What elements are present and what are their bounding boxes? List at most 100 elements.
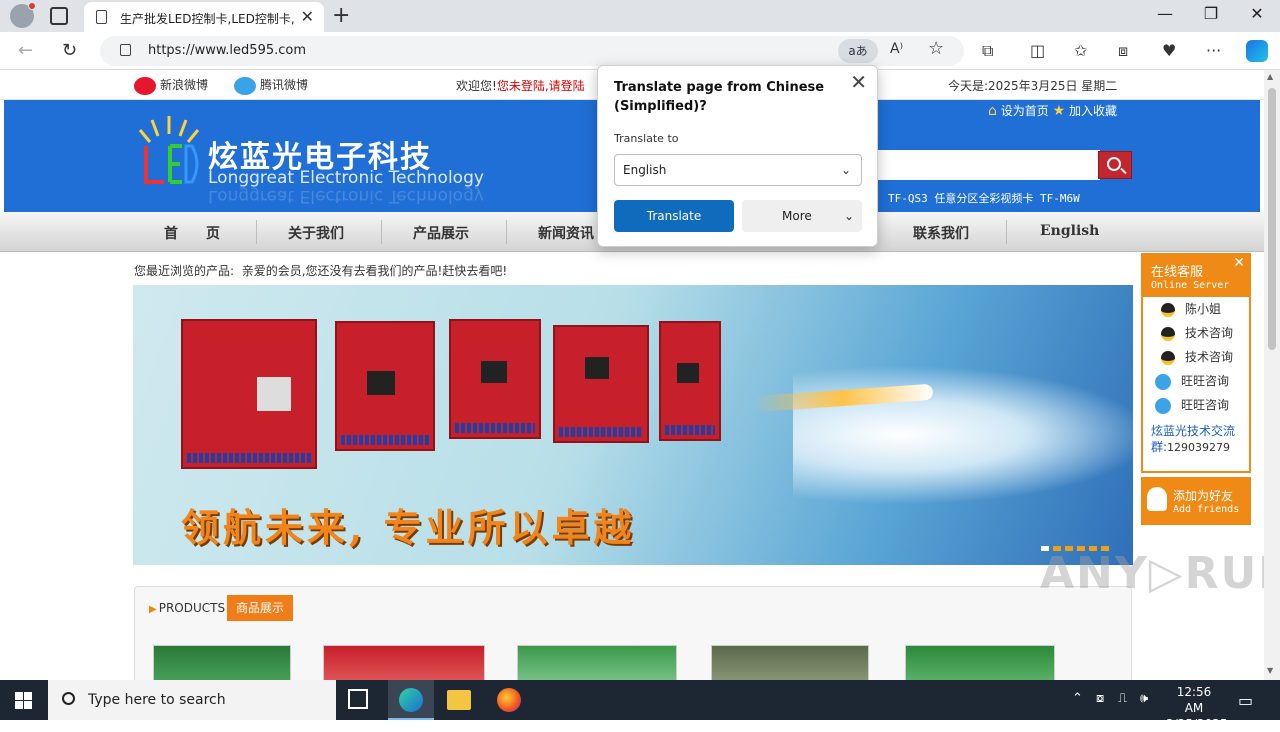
recent-products-text: 您最近浏览的产品: 亲爱的会员,您还没有去看我们的产品!赶快去看吧! xyxy=(134,262,507,279)
network-icon[interactable]: ⎍ xyxy=(1118,691,1127,706)
notification-icon[interactable]: ▭ xyxy=(1238,691,1253,710)
service-close-icon[interactable]: ✕ xyxy=(1233,255,1245,271)
edge-icon[interactable] xyxy=(399,688,423,712)
add-favorite-link[interactable]: 加入收藏 xyxy=(1069,104,1117,118)
tab-close-icon[interactable]: ✕ xyxy=(301,7,314,26)
translate-to-label: Translate to xyxy=(614,132,679,145)
login-link[interactable]: 您未登陆,请登陆 xyxy=(497,79,585,93)
firefox-icon[interactable] xyxy=(497,688,521,712)
add-friends-button[interactable]: 添加为好友 Add friends xyxy=(1141,477,1251,525)
product-thumbnail[interactable] xyxy=(153,645,291,680)
scrollbar-thumb[interactable] xyxy=(1268,88,1276,350)
product-thumbnail[interactable] xyxy=(905,645,1055,680)
back-icon[interactable]: ← xyxy=(18,40,33,61)
product-ticker[interactable]: TF-QS3 任意分区全彩视频卡 TF-M6W xyxy=(888,190,1080,206)
page-scrollbar[interactable]: ▲ ▼ xyxy=(1264,70,1280,680)
url-text[interactable]: https://www.led595.com xyxy=(148,43,306,58)
scroll-down-icon[interactable]: ▼ xyxy=(1267,666,1273,675)
read-aloud-icon[interactable]: A⁾ xyxy=(890,41,903,57)
more-menu-icon[interactable]: ··· xyxy=(1206,41,1221,60)
split-screen-icon[interactable]: ◫ xyxy=(1030,41,1045,60)
browser-tab-active[interactable]: 生产批发LED控制卡,LED控制卡,G ✕ xyxy=(84,2,324,32)
nav-news[interactable]: 新闻资讯 xyxy=(538,223,594,243)
taskbar-search[interactable]: Type here to search xyxy=(48,680,336,720)
copilot-icon[interactable] xyxy=(1246,40,1268,62)
chevron-down-icon: ⌄ xyxy=(843,209,854,223)
translate-button[interactable]: Translate xyxy=(614,200,734,232)
tencent-weibo-icon xyxy=(234,76,256,95)
anyrun-watermark: ANY▷RUN xyxy=(1040,548,1280,599)
products-header-en: PRODUCTS xyxy=(149,601,225,615)
weibo-link[interactable]: 新浪微博 xyxy=(134,76,208,95)
collections-icon[interactable]: ⧈ xyxy=(1118,41,1128,61)
refresh-icon[interactable]: ↻ xyxy=(62,40,77,61)
tray-device-icon[interactable]: ⧇ xyxy=(1096,691,1104,706)
minimize-button[interactable]: — xyxy=(1142,4,1188,23)
tab-actions-icon[interactable] xyxy=(50,7,68,25)
group-number: 129039279 xyxy=(1167,441,1231,454)
site-search-input[interactable] xyxy=(878,150,1100,180)
board-chip xyxy=(677,363,699,383)
hero-slider[interactable]: 领航未来, 专业所以卓越 xyxy=(133,285,1133,565)
home-icon: ⌂ xyxy=(988,103,997,119)
nav-contact[interactable]: 联系我们 xyxy=(913,223,969,243)
more-button[interactable]: More ⌄ xyxy=(742,200,862,232)
profile-avatar-icon[interactable] xyxy=(10,2,36,28)
board-pins xyxy=(187,453,311,463)
language-select[interactable]: English ⌄ xyxy=(614,154,862,186)
wangwang-icon xyxy=(1155,373,1171,390)
popup-close-icon[interactable]: ✕ xyxy=(850,70,867,94)
product-thumbnail[interactable] xyxy=(711,645,869,680)
start-windows-icon[interactable] xyxy=(15,692,32,709)
service-contact-row[interactable]: 技术咨询 xyxy=(1143,321,1249,345)
digital-hand-graphic xyxy=(793,365,1133,505)
extensions-icon[interactable]: ⧉ xyxy=(982,41,993,61)
qq-icon xyxy=(1161,326,1175,341)
scroll-up-icon[interactable]: ▲ xyxy=(1267,72,1273,81)
board-pins xyxy=(665,425,715,435)
notification-dot xyxy=(28,2,36,10)
taskbar-clock[interactable]: 12:56 AM 3/25/2025 xyxy=(1166,684,1228,732)
site-search-button[interactable] xyxy=(1098,151,1132,179)
translate-icon[interactable]: aあ xyxy=(838,39,878,63)
weibo-label: 新浪微博 xyxy=(160,78,209,92)
product-thumbnail[interactable] xyxy=(517,645,677,680)
favorites-icon[interactable]: ✩ xyxy=(1074,41,1087,60)
logo-icon[interactable] xyxy=(134,112,204,192)
nav-about[interactable]: 关于我们 xyxy=(288,223,344,243)
maximize-button[interactable]: ❐ xyxy=(1188,4,1234,23)
hero-slogan: 领航未来, 专业所以卓越 xyxy=(181,505,636,550)
translate-title: Translate page from Chinese (Simplified)… xyxy=(614,80,825,114)
tencent-weibo-link[interactable]: 腾讯微博 xyxy=(234,76,308,95)
close-window-button[interactable]: ✕ xyxy=(1234,4,1280,23)
product-thumbnail[interactable] xyxy=(323,645,485,680)
tech-group-info: 炫蓝光技术交流群:129039279 xyxy=(1143,417,1249,462)
nav-english[interactable]: English xyxy=(1040,223,1099,239)
service-contact-row[interactable]: 旺旺咨询 xyxy=(1143,393,1249,417)
set-home-link[interactable]: 设为首页 xyxy=(1001,104,1049,118)
nav-divider xyxy=(506,220,507,244)
new-tab-icon[interactable]: + xyxy=(332,3,350,28)
product-board-image xyxy=(335,321,435,451)
clock-time: 12:56 AM xyxy=(1176,685,1212,715)
nav-home[interactable]: 首 页 xyxy=(164,223,220,243)
contact-label: 陈小姐 xyxy=(1185,302,1222,316)
product-board-image xyxy=(449,319,541,439)
task-view-icon[interactable] xyxy=(348,689,368,709)
file-explorer-icon[interactable] xyxy=(447,690,471,710)
performance-icon[interactable]: ♥ xyxy=(1162,41,1176,60)
welcome-text: 欢迎您!您未登陆,请登陆 xyxy=(456,77,585,94)
lock-icon[interactable] xyxy=(120,44,131,56)
favorite-star-icon[interactable]: ☆ xyxy=(928,38,944,59)
clock-date: 3/25/2025 xyxy=(1166,717,1228,731)
qq-penguin-icon xyxy=(1147,487,1167,511)
address-bar[interactable]: https://www.led595.com aあ A⁾ ☆ xyxy=(100,36,964,66)
nav-products[interactable]: 产品展示 xyxy=(413,223,469,243)
products-header-cn[interactable]: 商品展示 xyxy=(227,595,293,621)
service-contact-row[interactable]: 陈小姐 xyxy=(1143,297,1249,321)
volume-icon[interactable]: 🕪 xyxy=(1140,691,1148,706)
service-contact-row[interactable]: 旺旺咨询 xyxy=(1143,369,1249,393)
welcome-prefix: 欢迎您! xyxy=(456,79,497,93)
tray-chevron-icon[interactable]: ⌃ xyxy=(1072,691,1083,706)
service-contact-row[interactable]: 技术咨询 xyxy=(1143,345,1249,369)
